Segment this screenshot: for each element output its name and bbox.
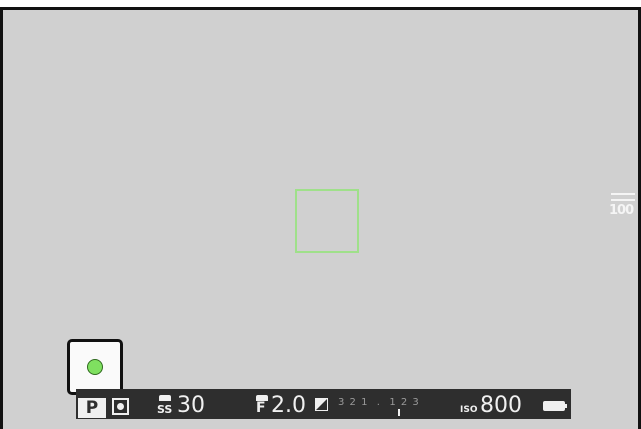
focus-indicator-icon [87, 359, 103, 375]
side-indicator-bars [611, 193, 635, 201]
iso-label: ISO [460, 405, 478, 415]
metering-icon[interactable] [112, 398, 129, 415]
exposure-scale[interactable]: 3 2 1 . 1 2 3 [338, 398, 470, 416]
side-indicator-value: 100 [609, 203, 634, 218]
shooting-mode[interactable]: P [78, 398, 106, 418]
film-simulation-icon: 100 [609, 193, 637, 223]
shutter-speed-label: SS [157, 403, 173, 416]
shutter-symbol-icon [159, 395, 171, 401]
focus-frame[interactable] [295, 189, 359, 253]
exposure-compensation-icon [315, 398, 328, 411]
aperture-label: F [256, 400, 266, 416]
info-bar: P SS 30 F 2.0 3 2 1 . 1 2 3 ISO 800 [76, 389, 571, 419]
exposure-scale-pointer [398, 409, 400, 416]
focus-indicator-box [67, 339, 123, 395]
iso-value[interactable]: 800 [480, 394, 522, 418]
battery-icon [543, 401, 567, 411]
aperture-value[interactable]: 2.0 [271, 394, 306, 418]
shutter-speed-value[interactable]: 30 [177, 394, 205, 418]
